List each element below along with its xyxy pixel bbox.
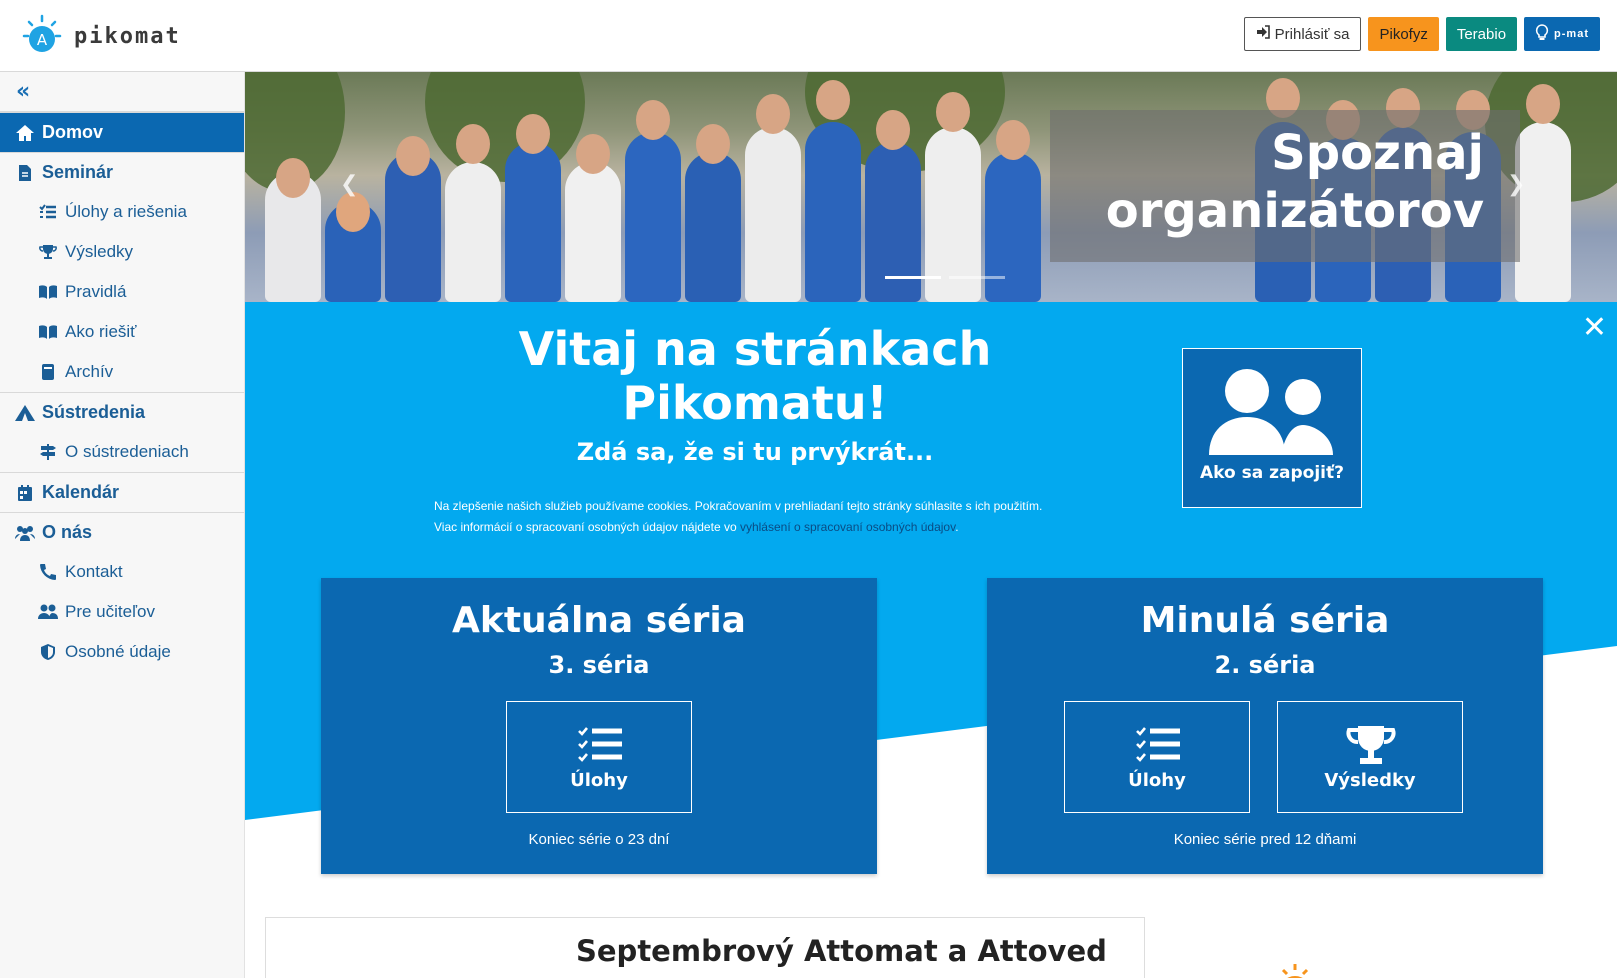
how-to-join-button[interactable]: Ako sa zapojiť? bbox=[1182, 348, 1362, 508]
signpost-icon bbox=[37, 443, 59, 461]
sun-logo-icon bbox=[1275, 952, 1315, 978]
trophy-icon bbox=[1346, 724, 1396, 770]
carousel-indicators bbox=[885, 276, 1005, 279]
pmat-label: p-mat bbox=[1554, 28, 1589, 40]
hero-caption: Spoznaj organizátorov bbox=[1050, 110, 1520, 262]
pikofyz-button[interactable]: Pikofyz bbox=[1368, 17, 1439, 51]
sidebar-item-label: Ako riešiť bbox=[65, 322, 137, 341]
current-tasks-label: Úlohy bbox=[570, 770, 628, 791]
previous-series-deadline: Koniec série pred 12 dňami bbox=[1173, 831, 1357, 848]
current-series-deadline: Koniec série o 23 dní bbox=[528, 831, 670, 848]
sidebar-item-label: O nás bbox=[42, 522, 93, 542]
sidebar-item-kalendar[interactable]: Kalendár bbox=[0, 472, 244, 512]
current-series-title: Aktuálna séria bbox=[452, 600, 746, 641]
login-label: Prihlásiť sa bbox=[1274, 25, 1350, 43]
sidebar-item-kontakt[interactable]: Kontakt bbox=[0, 552, 244, 592]
previous-tasks-label: Úlohy bbox=[1128, 770, 1186, 791]
document-icon bbox=[14, 164, 36, 182]
hero-caption-line2: organizátorov bbox=[1105, 183, 1484, 239]
welcome-title: Vitaj na stránkach Pikomatu! bbox=[518, 322, 992, 430]
site-logo[interactable]: A pikomat bbox=[20, 14, 181, 58]
home-icon bbox=[14, 124, 36, 142]
welcome-subtitle: Zdá sa, že si tu prvýkrát... bbox=[576, 438, 934, 466]
sidebar-item-label: Pravidlá bbox=[65, 282, 127, 301]
sidebar-item-label: Sústredenia bbox=[42, 402, 146, 422]
sidebar-item-osobne-udaje[interactable]: Osobné údaje bbox=[0, 632, 244, 672]
cookie-notice: Na zlepšenie našich služieb používame co… bbox=[434, 496, 1114, 538]
previous-series-card: Minulá séria 2. séria Úlohy Výsledky Kon… bbox=[987, 578, 1543, 874]
shield-icon bbox=[37, 643, 59, 661]
tasks-icon bbox=[578, 726, 622, 766]
sidebar-item-label: Pre učiteľov bbox=[65, 602, 155, 621]
logo-text: pikomat bbox=[74, 23, 181, 49]
tasks-icon bbox=[1136, 726, 1180, 766]
previous-results-label: Výsledky bbox=[1324, 770, 1416, 791]
calendar-icon bbox=[14, 484, 36, 502]
terabio-button[interactable]: Terabio bbox=[1445, 17, 1518, 51]
sidebar-item-label: Seminár bbox=[42, 162, 114, 182]
hero-caption-line1: Spoznaj bbox=[1271, 125, 1484, 181]
users-icon bbox=[14, 525, 36, 541]
book-open-icon bbox=[37, 284, 59, 300]
sidebar-item-seminar[interactable]: Seminár bbox=[0, 152, 244, 192]
sidebar-item-archiv[interactable]: Archív bbox=[0, 352, 244, 392]
lightbulb-icon bbox=[1535, 23, 1549, 45]
book-icon bbox=[37, 363, 59, 381]
top-navbar: A pikomat Prihlásiť sa Pikofyz Terabio p… bbox=[0, 0, 1617, 72]
sidebar: « Domov Seminár Úlohy a riešenia Výsledk… bbox=[0, 72, 245, 978]
login-button[interactable]: Prihlásiť sa bbox=[1243, 17, 1362, 51]
sidebar-item-o-sustredeniach[interactable]: O sústredeniach bbox=[0, 432, 244, 472]
main-content: Spoznaj organizátorov ❮ ❯ ✕ Vitaj na str… bbox=[245, 72, 1617, 978]
sidebar-item-pre-ucitelov[interactable]: Pre učiteľov bbox=[0, 592, 244, 632]
sidebar-item-label: Kontakt bbox=[65, 562, 123, 581]
sidebar-item-label: Kalendár bbox=[42, 482, 120, 502]
close-icon[interactable]: ✕ bbox=[1582, 310, 1607, 345]
how-to-join-label: Ako sa zapojiť? bbox=[1200, 463, 1344, 483]
previous-results-button[interactable]: Výsledky bbox=[1277, 701, 1463, 813]
hero-carousel: Spoznaj organizátorov ❮ ❯ bbox=[245, 72, 1617, 302]
sidebar-item-ulohy[interactable]: Úlohy a riešenia bbox=[0, 192, 244, 232]
tent-icon bbox=[14, 404, 36, 422]
tasks-icon bbox=[37, 204, 59, 220]
sidebar-item-label: Archív bbox=[65, 362, 114, 381]
sidebar-item-label: Domov bbox=[42, 122, 104, 142]
users-icon bbox=[37, 604, 59, 620]
carousel-indicator[interactable] bbox=[885, 276, 941, 279]
cookie-text-prefix: Viac informácií o spracovaní osobných úd… bbox=[434, 520, 740, 534]
previous-series-number: 2. séria bbox=[1214, 651, 1316, 679]
current-tasks-button[interactable]: Úlohy bbox=[506, 701, 692, 813]
sidebar-item-label: Úlohy a riešenia bbox=[65, 202, 187, 221]
sidebar-item-o-nas[interactable]: O nás bbox=[0, 512, 244, 552]
sign-in-icon bbox=[1256, 25, 1270, 43]
previous-tasks-button[interactable]: Úlohy bbox=[1064, 701, 1250, 813]
sidebar-item-pravidla[interactable]: Pravidlá bbox=[0, 272, 244, 312]
users-icon bbox=[1207, 367, 1339, 461]
sidebar-item-vysledky[interactable]: Výsledky bbox=[0, 232, 244, 272]
sidebar-item-label: Osobné údaje bbox=[65, 642, 171, 661]
privacy-policy-link[interactable]: vyhlásení o spracovaní osobných údajov bbox=[740, 520, 955, 534]
current-series-number: 3. séria bbox=[548, 651, 650, 679]
current-series-card: Aktuálna séria 3. séria Úlohy Koniec sér… bbox=[321, 578, 877, 874]
news-article-card: Septembrový Attomat a Attoved bbox=[265, 917, 1145, 978]
sidebar-item-ako-riesit[interactable]: Ako riešiť bbox=[0, 312, 244, 352]
svg-text:A: A bbox=[37, 31, 48, 49]
sidebar-collapse-button[interactable]: « bbox=[0, 72, 244, 112]
phone-icon bbox=[37, 563, 59, 581]
trophy-icon bbox=[37, 244, 59, 260]
sidebar-item-label: Výsledky bbox=[65, 242, 134, 261]
sidebar-item-label: O sústredeniach bbox=[65, 442, 189, 461]
cookie-text: Na zlepšenie našich služieb používame co… bbox=[434, 499, 1043, 513]
carousel-prev-icon[interactable]: ❮ bbox=[340, 172, 358, 197]
news-title[interactable]: Septembrový Attomat a Attoved bbox=[576, 934, 1107, 968]
sidebar-item-domov[interactable]: Domov bbox=[0, 112, 244, 152]
carousel-indicator[interactable] bbox=[949, 276, 1005, 279]
carousel-next-icon[interactable]: ❯ bbox=[1507, 172, 1525, 197]
previous-series-title: Minulá séria bbox=[1140, 600, 1390, 641]
pmat-button[interactable]: p-mat bbox=[1524, 17, 1600, 51]
sidebar-item-sustredenia[interactable]: Sústredenia bbox=[0, 392, 244, 432]
book-open-icon bbox=[37, 324, 59, 340]
double-chevron-left-icon: « bbox=[16, 79, 31, 104]
pikomat-logo-icon: A bbox=[20, 14, 64, 58]
